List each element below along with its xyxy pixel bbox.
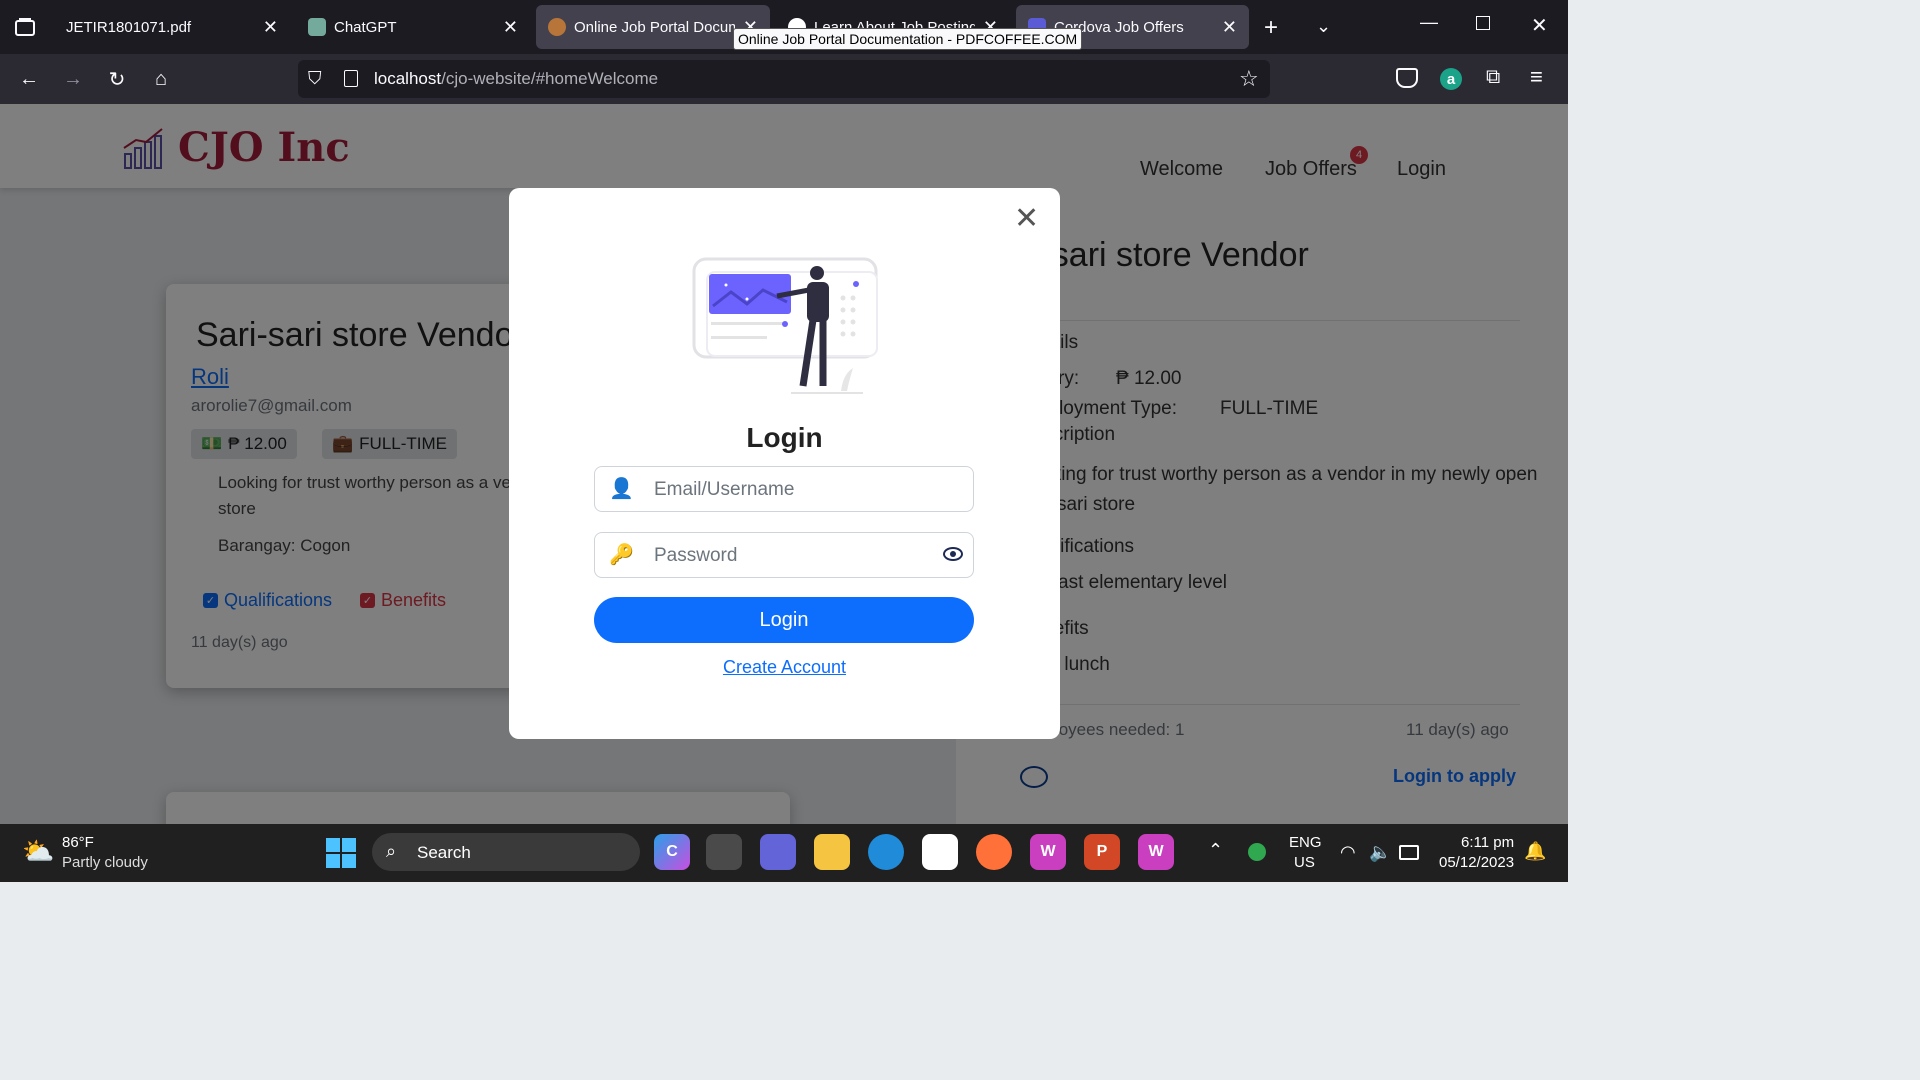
password-field[interactable]: 🔑 Password xyxy=(594,532,974,578)
login-illustration xyxy=(692,257,878,394)
copilot-icon[interactable]: C xyxy=(654,834,690,870)
forward-icon[interactable]: → xyxy=(60,66,86,92)
language-region[interactable]: US xyxy=(1294,854,1315,871)
weather-temp[interactable]: 86°F xyxy=(62,834,94,851)
tab-pdf[interactable]: JETIR1801071.pdf ✕ xyxy=(54,5,290,49)
url-host: localhost xyxy=(374,69,442,88)
weather-icon[interactable]: ⛅ xyxy=(22,836,54,867)
home-icon[interactable]: ⌂ xyxy=(148,66,174,92)
powerpoint-icon[interactable]: P xyxy=(1084,834,1120,870)
url-text[interactable]: localhost/cjo-website/#homeWelcome xyxy=(374,69,658,89)
user-gear-icon: 👤 xyxy=(609,478,634,500)
password-placeholder: Password xyxy=(654,545,738,566)
notification-bell-icon[interactable]: 🔔 xyxy=(1524,841,1546,862)
page-icon[interactable] xyxy=(344,70,358,87)
close-icon[interactable]: ✕ xyxy=(1222,17,1237,38)
chatgpt-icon xyxy=(308,18,326,36)
pdfcoffee-icon xyxy=(548,18,566,36)
close-window-button[interactable]: ✕ xyxy=(1531,13,1548,38)
reload-icon[interactable]: ↻ xyxy=(104,66,130,92)
shield-icon[interactable]: ⛉ xyxy=(308,68,322,89)
tray-app-icon[interactable] xyxy=(1248,843,1266,861)
wps-office-icon[interactable]: W xyxy=(1138,834,1174,870)
search-icon: ⌕ xyxy=(386,841,397,861)
store-icon[interactable] xyxy=(922,834,958,870)
search-label: Search xyxy=(417,843,471,862)
firefox-icon[interactable] xyxy=(976,834,1012,870)
file-explorer-icon[interactable] xyxy=(814,834,850,870)
restore-button[interactable] xyxy=(1476,16,1490,30)
email-field[interactable]: 👤 Email/Username xyxy=(594,466,974,512)
login-modal: ✕ Login 👤 Email/Username 🔑 Password Logi… xyxy=(509,188,1060,739)
extensions-icon[interactable]: ⧉ xyxy=(1486,66,1500,89)
close-icon[interactable]: ✕ xyxy=(263,17,278,38)
back-icon[interactable]: ← xyxy=(16,66,42,92)
menu-icon[interactable]: ≡ xyxy=(1530,64,1543,90)
wps-icon[interactable]: W xyxy=(1030,834,1066,870)
clock-date[interactable]: 05/12/2023 xyxy=(1439,854,1514,871)
volume-icon[interactable]: 🔈 xyxy=(1369,842,1391,863)
wifi-icon[interactable]: ◠ xyxy=(1340,842,1356,863)
tab-title: JETIR1801071.pdf xyxy=(66,18,192,36)
extension-avatar-icon[interactable]: a xyxy=(1440,68,1462,90)
tab-overview-icon[interactable] xyxy=(12,14,38,40)
battery-icon[interactable] xyxy=(1399,845,1419,860)
language-code[interactable]: ENG xyxy=(1289,834,1322,851)
star-icon[interactable]: ☆ xyxy=(1239,66,1259,92)
tab-title: Online Job Portal Docum xyxy=(574,18,735,36)
task-view-icon[interactable] xyxy=(706,834,742,870)
close-icon[interactable]: ✕ xyxy=(503,17,518,38)
url-path: /cjo-website/#homeWelcome xyxy=(441,69,659,88)
weather-desc[interactable]: Partly cloudy xyxy=(62,854,148,871)
tab-chatgpt[interactable]: ChatGPT ✕ xyxy=(296,5,530,49)
chevron-up-icon[interactable]: ⌃ xyxy=(1208,840,1223,861)
meet-icon[interactable] xyxy=(760,834,796,870)
key-icon: 🔑 xyxy=(609,544,634,566)
pocket-icon[interactable] xyxy=(1396,68,1418,88)
new-tab-button[interactable]: + xyxy=(1264,14,1278,42)
modal-title: Login xyxy=(746,422,823,453)
tab-tooltip: Online Job Portal Documentation - PDFCOF… xyxy=(733,28,1083,50)
minimize-button[interactable]: — xyxy=(1420,12,1438,33)
eye-icon[interactable] xyxy=(943,547,963,561)
close-icon[interactable]: ✕ xyxy=(1014,204,1039,234)
windows-start-icon[interactable] xyxy=(326,838,356,868)
create-account-link[interactable]: Create Account xyxy=(509,657,1060,678)
chevron-down-icon[interactable]: ⌄ xyxy=(1316,16,1331,37)
search-box[interactable]: ⌕ Search xyxy=(372,833,640,871)
email-placeholder: Email/Username xyxy=(654,479,795,500)
clock-time[interactable]: 6:11 pm xyxy=(1461,834,1514,851)
edge-icon[interactable] xyxy=(868,834,904,870)
tab-title: ChatGPT xyxy=(334,18,397,36)
login-button[interactable]: Login xyxy=(594,597,974,643)
